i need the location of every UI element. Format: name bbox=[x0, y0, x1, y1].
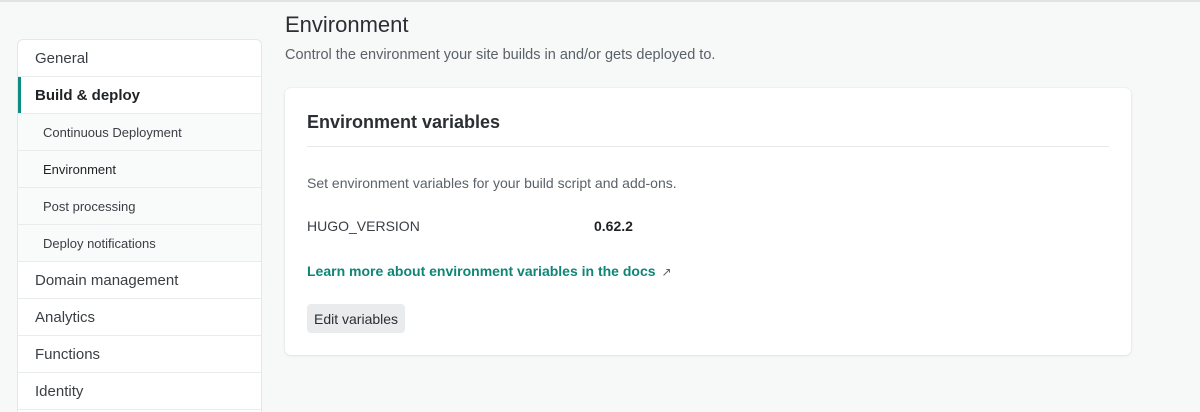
settings-sidebar: General Build & deploy Continuous Deploy… bbox=[17, 39, 262, 412]
card-description: Set environment variables for your build… bbox=[307, 175, 677, 191]
page-title: Environment bbox=[285, 12, 409, 37]
env-variable-key: HUGO_VERSION bbox=[307, 218, 420, 234]
env-variable-value: 0.62.2 bbox=[594, 218, 633, 234]
sidebar-item-build-deploy[interactable]: Build & deploy bbox=[18, 77, 261, 114]
docs-link[interactable]: Learn more about environment variables i… bbox=[307, 263, 672, 279]
sidebar-item-identity[interactable]: Identity bbox=[18, 373, 261, 410]
top-border bbox=[0, 0, 1200, 2]
sidebar-subitem-continuous-deployment[interactable]: Continuous Deployment bbox=[18, 114, 261, 151]
sidebar-item-general[interactable]: General bbox=[18, 40, 261, 77]
environment-variables-card: Environment variables Set environment va… bbox=[285, 88, 1131, 355]
docs-link-label: Learn more about environment variables i… bbox=[307, 263, 656, 279]
sidebar-item-analytics[interactable]: Analytics bbox=[18, 299, 261, 336]
page-description: Control the environment your site builds… bbox=[285, 47, 716, 63]
sidebar-subitem-post-processing[interactable]: Post processing bbox=[18, 188, 261, 225]
sidebar-subitem-deploy-notifications[interactable]: Deploy notifications bbox=[18, 225, 261, 262]
edit-variables-button[interactable]: Edit variables bbox=[307, 304, 406, 333]
card-divider bbox=[307, 146, 1109, 147]
sidebar-item-domain-management[interactable]: Domain management bbox=[18, 262, 261, 299]
card-title: Environment variables bbox=[307, 112, 501, 132]
external-link-icon: ↗ bbox=[661, 265, 672, 279]
sidebar-item-functions[interactable]: Functions bbox=[18, 336, 261, 373]
sidebar-subitem-environment[interactable]: Environment bbox=[18, 151, 261, 188]
